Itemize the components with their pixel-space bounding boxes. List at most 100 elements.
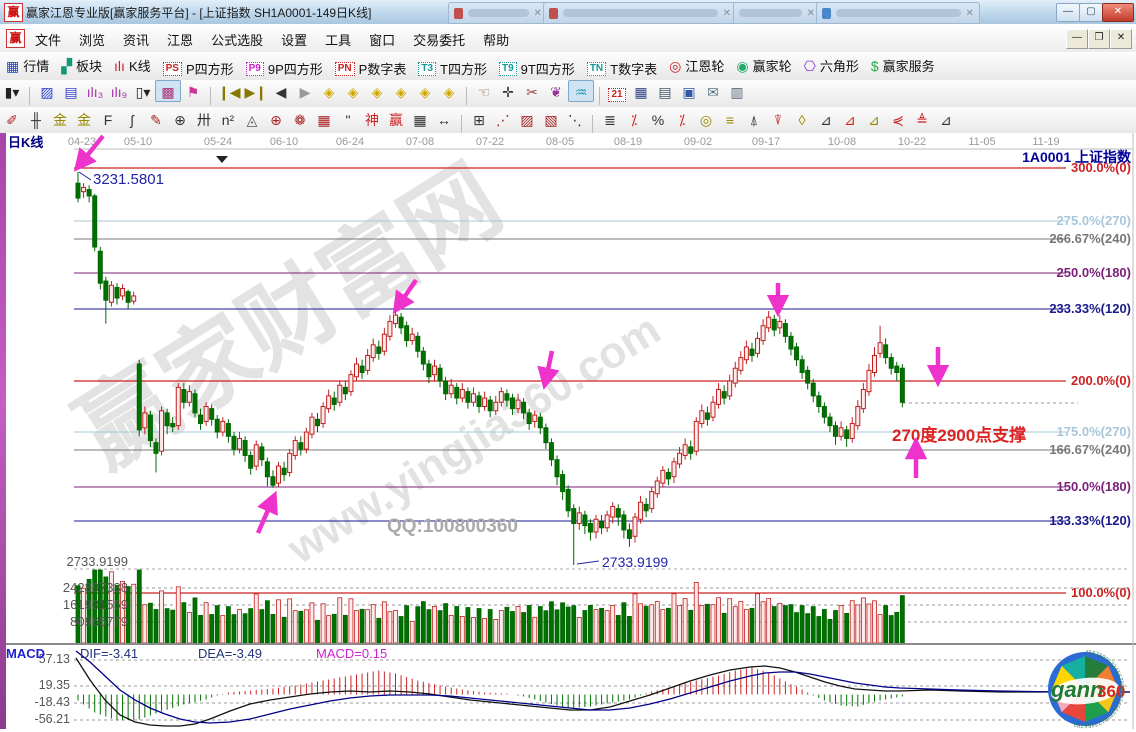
crosshair-tool-icon[interactable]: ✛ xyxy=(496,81,520,101)
info-panel-icon[interactable]: ▤ xyxy=(59,81,83,101)
tab-close-icon[interactable]: ✕ xyxy=(807,8,815,19)
draw-tool-12-icon[interactable]: ⊕ xyxy=(264,109,288,129)
mdi-close-button[interactable]: ✕ xyxy=(1110,29,1132,49)
draw-tool-34-icon[interactable]: ⍒ xyxy=(766,109,790,129)
draw-tool-40-icon[interactable]: ≜ xyxy=(910,109,934,129)
title-bar[interactable]: 赢 赢家江恩专业版[赢家服务平台] - [上证指数 SH1A0001-149日K… xyxy=(0,0,1136,25)
toolbar-button-t-number-table[interactable]: TNT数字表 xyxy=(581,55,663,78)
diamond-full-icon[interactable]: ◈ xyxy=(437,81,461,101)
highlight-mode-icon[interactable]: ▩ xyxy=(155,80,181,102)
draw-tool-28-icon[interactable]: ⁒ xyxy=(622,109,646,129)
toolbar-button-winner-wheel[interactable]: ◉赢家轮 xyxy=(730,52,797,75)
draw-tool-36-icon[interactable]: ⊿ xyxy=(814,109,838,129)
next-icon[interactable]: ▶ xyxy=(293,81,317,101)
draw-tool-22-icon[interactable]: ⋰ xyxy=(491,109,515,129)
menu-item-帮助[interactable]: 帮助 xyxy=(474,24,518,49)
first-page-icon[interactable]: ❙◀ xyxy=(216,81,243,101)
mail-icon[interactable]: ✉ xyxy=(701,81,725,101)
draw-tool-9-icon[interactable]: 卅 xyxy=(192,107,216,130)
diamond-right-icon[interactable]: ◈ xyxy=(341,81,365,101)
draw-tool-7-icon[interactable]: ✎ xyxy=(144,109,168,129)
draw-tool-14-icon[interactable]: ▦ xyxy=(312,109,336,129)
draw-tool-39-icon[interactable]: ⋞ xyxy=(886,109,910,129)
menu-item-设置[interactable]: 设置 xyxy=(272,24,316,49)
toolbar-button-sectors[interactable]: ▞板块 xyxy=(55,52,108,75)
window-maximize-button[interactable]: ▢ xyxy=(1079,3,1103,22)
toolbar-button-9t-square[interactable]: T99T四方形 xyxy=(493,55,581,78)
save-icon[interactable]: ▣ xyxy=(677,81,701,101)
window-minimize-button[interactable]: — xyxy=(1056,3,1080,22)
draw-tool-13-icon[interactable]: ❁ xyxy=(288,109,312,129)
draw-tool-30-icon[interactable]: ⁒ xyxy=(670,109,694,129)
background-tab-4[interactable]: ✕ xyxy=(816,2,980,24)
diamond-vsplit-icon[interactable]: ◈ xyxy=(389,81,413,101)
calculator-icon[interactable]: ▦ xyxy=(629,81,653,101)
toolbar-button-gann-wheel[interactable]: ◎江恩轮 xyxy=(663,52,730,75)
menu-item-浏览[interactable]: 浏览 xyxy=(70,24,114,49)
draw-tool-27-icon[interactable]: ≣ xyxy=(598,109,622,129)
draw-tool-11-icon[interactable]: ◬ xyxy=(240,109,264,129)
diamond-hsplit-icon[interactable]: ◈ xyxy=(365,81,389,101)
chart-3-icon[interactable]: ılı₃ xyxy=(83,81,107,100)
toolbar-button-quotes[interactable]: ▦行情 xyxy=(0,52,55,75)
background-tab-3[interactable]: ✕ xyxy=(733,2,821,24)
menu-item-交易委托[interactable]: 交易委托 xyxy=(404,24,474,49)
calendar-icon[interactable]: 21 xyxy=(605,81,629,102)
menu-item-资讯[interactable]: 资讯 xyxy=(114,24,158,49)
draw-tool-19-icon[interactable]: ↔ xyxy=(432,109,456,128)
draw-tool-41-icon[interactable]: ⊿ xyxy=(934,109,958,129)
draw-tool-10-icon[interactable]: n² xyxy=(216,109,240,128)
draw-tool-29-icon[interactable]: % xyxy=(646,109,670,128)
tab-close-icon[interactable]: ✕ xyxy=(966,8,974,19)
tab-close-icon[interactable]: ✕ xyxy=(534,8,542,19)
diamond-expand-icon[interactable]: ◈ xyxy=(413,81,437,101)
draw-tool-23-icon[interactable]: ▨ xyxy=(515,109,539,129)
draw-tool-16-icon[interactable]: 神 xyxy=(360,107,384,130)
kline-style-dropdown-icon[interactable]: ▮▾ xyxy=(0,81,24,101)
toolbar-button-hexagon[interactable]: ⎔六角形 xyxy=(798,52,865,75)
menu-item-工具[interactable]: 工具 xyxy=(316,24,360,49)
diamond-left-icon[interactable]: ◈ xyxy=(317,81,341,101)
draw-tool-3-icon[interactable]: 金 xyxy=(48,107,72,130)
draw-tool-21-icon[interactable]: ⊞ xyxy=(467,109,491,129)
kline-chart-canvas[interactable]: 04-2305-1005-2406-1006-2407-0807-2208-05… xyxy=(0,133,1136,729)
draw-tool-38-icon[interactable]: ⊿ xyxy=(862,109,886,129)
draw-tool-5-icon[interactable]: F xyxy=(96,109,120,128)
draw-tool-1-icon[interactable]: ✐ xyxy=(0,109,24,129)
prev-icon[interactable]: ◀ xyxy=(269,81,293,101)
draw-tool-31-icon[interactable]: ◎ xyxy=(694,109,718,129)
menu-item-文件[interactable]: 文件 xyxy=(26,24,70,49)
tab-close-icon[interactable]: ✕ xyxy=(723,8,731,19)
draw-tool-24-icon[interactable]: ▧ xyxy=(539,109,563,129)
draw-tool-25-icon[interactable]: ⋱ xyxy=(563,109,587,129)
ornament-tool-icon[interactable]: ❦ xyxy=(544,81,568,101)
wave-tool-icon[interactable]: ♒ xyxy=(568,80,594,102)
scissors-tool-icon[interactable]: ✂ xyxy=(520,81,544,101)
toolbar-button-p-square[interactable]: PSP四方形 xyxy=(157,55,240,78)
draw-tool-4-icon[interactable]: 金 xyxy=(72,107,96,130)
mdi-minimize-button[interactable]: — xyxy=(1066,29,1088,49)
last-page-icon[interactable]: ▶❙ xyxy=(243,81,270,101)
draw-tool-6-icon[interactable]: ʃ xyxy=(120,109,144,128)
draw-tool-32-icon[interactable]: ≡ xyxy=(718,109,742,128)
mdi-restore-button[interactable]: ❐ xyxy=(1088,29,1110,49)
notepad-icon[interactable]: ▤ xyxy=(653,81,677,101)
chart-area[interactable]: 04-2305-1005-2406-1006-2407-0807-2208-05… xyxy=(0,133,1136,729)
menu-item-窗口[interactable]: 窗口 xyxy=(360,24,404,49)
toolbar-button-t-square[interactable]: T3T四方形 xyxy=(412,55,493,78)
toolbar-button-winner-service[interactable]: $赢家服务 xyxy=(865,52,941,75)
window-close-button[interactable]: ✕ xyxy=(1102,3,1134,22)
chart-9-icon[interactable]: ılı₉ xyxy=(107,81,131,100)
hand-tool-icon[interactable]: ☜ xyxy=(472,81,496,101)
menu-item-江恩[interactable]: 江恩 xyxy=(158,24,202,49)
color-flag-icon[interactable]: ⚑ xyxy=(181,81,205,101)
draw-tool-15-icon[interactable]: ʹʹ xyxy=(336,109,360,128)
menu-item-公式选股[interactable]: 公式选股 xyxy=(202,24,272,49)
toolbar-button-kline[interactable]: ılıK线 xyxy=(108,52,157,75)
background-tab-2[interactable]: ✕ xyxy=(543,2,737,24)
toolbar-button-9p-square[interactable]: P99P四方形 xyxy=(240,55,329,78)
draw-tool-17-icon[interactable]: 赢 xyxy=(384,107,408,130)
draw-tool-35-icon[interactable]: ◊ xyxy=(790,109,814,128)
draw-tool-8-icon[interactable]: ⊕ xyxy=(168,109,192,129)
print-icon[interactable]: ▥ xyxy=(725,81,749,101)
